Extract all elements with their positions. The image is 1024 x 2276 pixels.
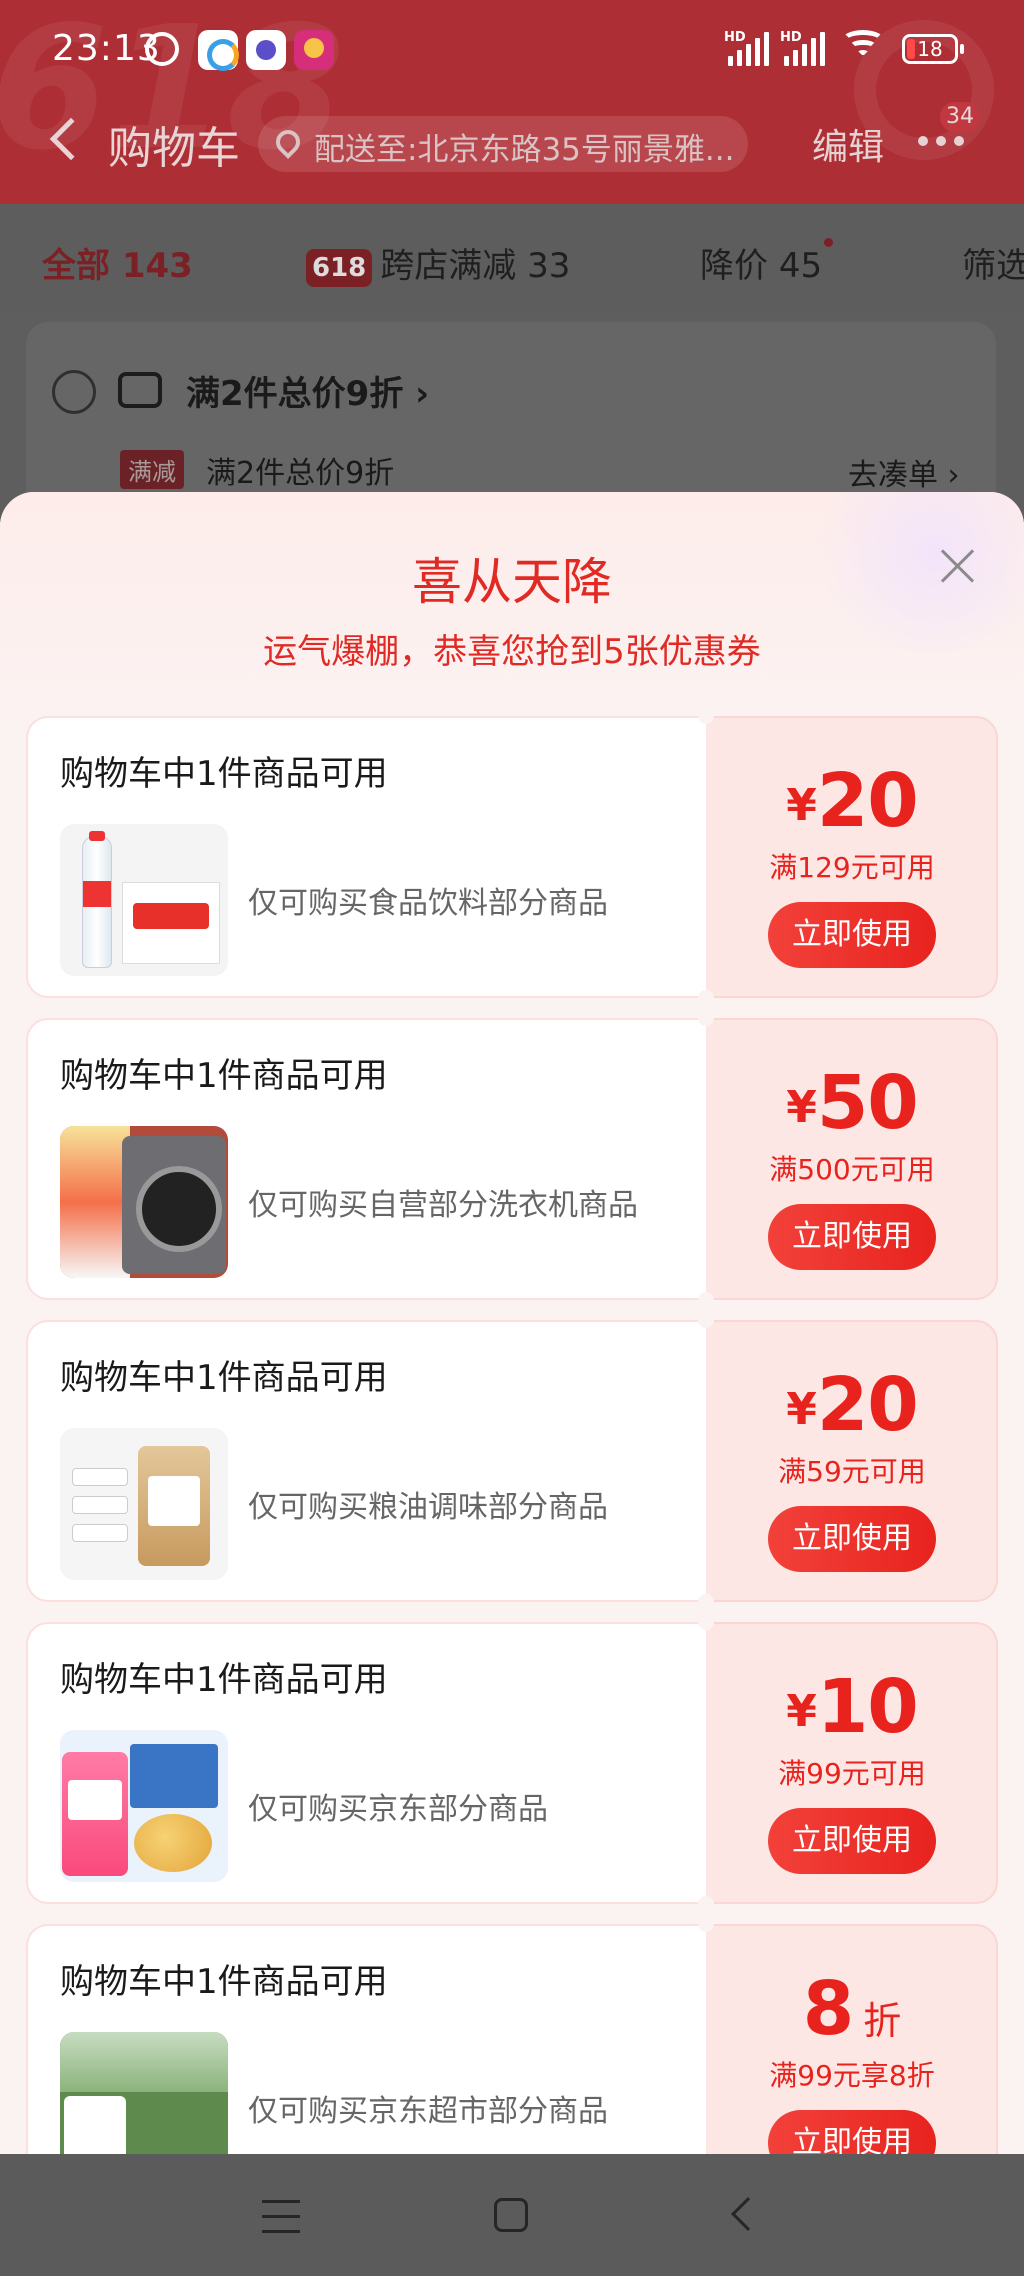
coupon-condition: 满500元可用: [769, 1153, 935, 1186]
coupon-info: 购物车中1件商品可用 仅可购买粮油调味部分商品: [26, 1320, 706, 1602]
coupon-value: ¥20: [786, 758, 919, 844]
coupon-card: 购物车中1件商品可用 仅可购买京东部分商品 ¥10 满99元可用 立即使用: [26, 1614, 998, 1912]
tab-price-drop[interactable]: 降价 45: [700, 238, 834, 287]
coupon-condition: 满129元可用: [769, 851, 935, 884]
app-icon: [246, 30, 286, 70]
product-thumbnail: [60, 1730, 228, 1882]
coupon-info: 购物车中1件商品可用 仅可购买京东部分商品: [26, 1622, 706, 1904]
tab-cross-store-discount[interactable]: 618 跨店满减 33: [306, 238, 570, 287]
select-radio[interactable]: [52, 370, 96, 414]
use-now-button[interactable]: 立即使用: [768, 2110, 936, 2154]
edit-button[interactable]: 编辑: [812, 118, 884, 170]
popup-title: 喜从天降: [412, 553, 612, 611]
use-now-button[interactable]: 立即使用: [768, 902, 936, 968]
coupon-heading: 购物车中1件商品可用: [60, 1660, 388, 1700]
coupon-card: 购物车中1件商品可用 仅可购买食品饮料部分商品 ¥20 满129元可用 立即使用: [26, 708, 998, 1006]
product-thumbnail: [60, 824, 228, 976]
coupon-value-panel: ¥10 满99元可用 立即使用: [706, 1622, 998, 1904]
product-thumbnail: [60, 1126, 228, 1278]
coupon-heading: 购物车中1件商品可用: [60, 1358, 388, 1398]
use-now-button[interactable]: 立即使用: [768, 1808, 936, 1874]
coupon-condition: 满59元可用: [778, 1455, 926, 1488]
menu-icon[interactable]: [262, 2200, 300, 2234]
coupon-heading: 购物车中1件商品可用: [60, 754, 388, 794]
battery-icon: 18: [902, 34, 964, 64]
location-pin-icon: [271, 125, 305, 159]
more-badge: 34: [940, 102, 980, 132]
coupon-value-panel: ¥20 满129元可用 立即使用: [706, 716, 998, 998]
signal-icon: HD: [724, 30, 772, 66]
coupon-value: ¥10: [786, 1664, 919, 1750]
cart-nav-bar: 购物车 配送至:北京东路35号丽景雅... 编辑: [0, 104, 1024, 180]
use-now-button[interactable]: 立即使用: [768, 1204, 936, 1270]
promo-subtitle: 满2件总价9折: [206, 456, 395, 491]
coupon-card: 购物车中1件商品可用 仅可购买自营部分洗衣机商品 ¥50 满500元可用 立即使…: [26, 1010, 998, 1308]
app-icon: [198, 30, 239, 71]
coupon-value-panel: ¥50 满500元可用 立即使用: [706, 1018, 998, 1300]
popup-subtitle: 运气爆棚，恭喜您抢到5张优惠券: [263, 632, 761, 672]
page-title: 购物车: [108, 123, 240, 174]
promo-title[interactable]: 满2件总价9折 ›: [186, 366, 429, 415]
coupon-heading: 购物车中1件商品可用: [60, 1056, 388, 1096]
tab-all[interactable]: 全部 143: [42, 238, 193, 287]
use-now-button[interactable]: 立即使用: [768, 1506, 936, 1572]
coupon-heading: 购物车中1件商品可用: [60, 1962, 388, 2002]
home-icon[interactable]: [494, 2198, 528, 2232]
coupon-info: 购物车中1件商品可用 仅可购买自营部分洗衣机商品: [26, 1018, 706, 1300]
coupon-condition: 满99元享8折: [769, 2059, 935, 2092]
618-badge: 618: [306, 248, 373, 287]
coupon-scope: 仅可购买京东部分商品: [248, 1792, 548, 1827]
delivery-address[interactable]: 配送至:北京东路35号丽景雅...: [258, 116, 748, 172]
back-nav-icon[interactable]: [731, 2197, 765, 2231]
coupon-scope: 仅可购买京东超市部分商品: [248, 2094, 608, 2129]
coupon-value: ¥20: [786, 1362, 919, 1448]
close-icon[interactable]: [940, 548, 976, 584]
more-icon[interactable]: [918, 136, 968, 148]
system-nav-bar: [0, 2154, 1024, 2276]
coupon-value-panel: ¥20 满59元可用 立即使用: [706, 1320, 998, 1602]
product-thumbnail: [60, 2032, 228, 2154]
store-icon: [118, 372, 162, 408]
cart-filter-tabs: 全部 143 618 跨店满减 33 降价 45 筛选: [0, 204, 1024, 312]
coupon-card: 购物车中1件商品可用 仅可购买粮油调味部分商品 ¥20 满59元可用 立即使用: [26, 1312, 998, 1610]
coupon-scope: 仅可购买食品饮料部分商品: [248, 886, 608, 921]
app-icon: [294, 30, 334, 70]
tab-filter[interactable]: 筛选: [962, 238, 1024, 287]
new-dot: [824, 238, 834, 247]
coupon-scope: 仅可购买粮油调味部分商品: [248, 1490, 608, 1525]
wifi-icon: [840, 30, 886, 66]
add-more-link[interactable]: 去凑单 ›: [848, 450, 960, 494]
delivery-address-text: 配送至:北京东路35号丽景雅...: [314, 132, 735, 168]
cart-header: 618 23:13 HD HD 18 购物车 配送至:北京东路35号丽景雅...…: [0, 0, 1024, 204]
coupon-info: 购物车中1件商品可用 仅可购买京东超市部分商品: [26, 1924, 706, 2154]
coupon-info: 购物车中1件商品可用 仅可购买食品饮料部分商品: [26, 716, 706, 998]
discount-tag: 满减: [120, 450, 184, 489]
coupon-value: ¥50: [786, 1060, 919, 1146]
coupon-popup: 喜从天降 运气爆棚，恭喜您抢到5张优惠券 购物车中1件商品可用 仅可购买食品饮料…: [0, 492, 1024, 2154]
coupon-card: 购物车中1件商品可用 仅可购买京东超市部分商品 8折 满99元享8折 立即使用: [26, 1916, 998, 2154]
coupon-value: 8折: [802, 1966, 902, 2052]
alarm-icon: [145, 32, 179, 66]
coupon-value-panel: 8折 满99元享8折 立即使用: [706, 1924, 998, 2154]
signal-icon: HD: [780, 30, 828, 66]
product-thumbnail: [60, 1428, 228, 1580]
coupon-condition: 满99元可用: [778, 1757, 926, 1790]
status-bar: 23:13 HD HD 18: [0, 0, 1024, 100]
coupon-scope: 仅可购买自营部分洗衣机商品: [248, 1188, 638, 1223]
back-icon[interactable]: [49, 117, 93, 161]
